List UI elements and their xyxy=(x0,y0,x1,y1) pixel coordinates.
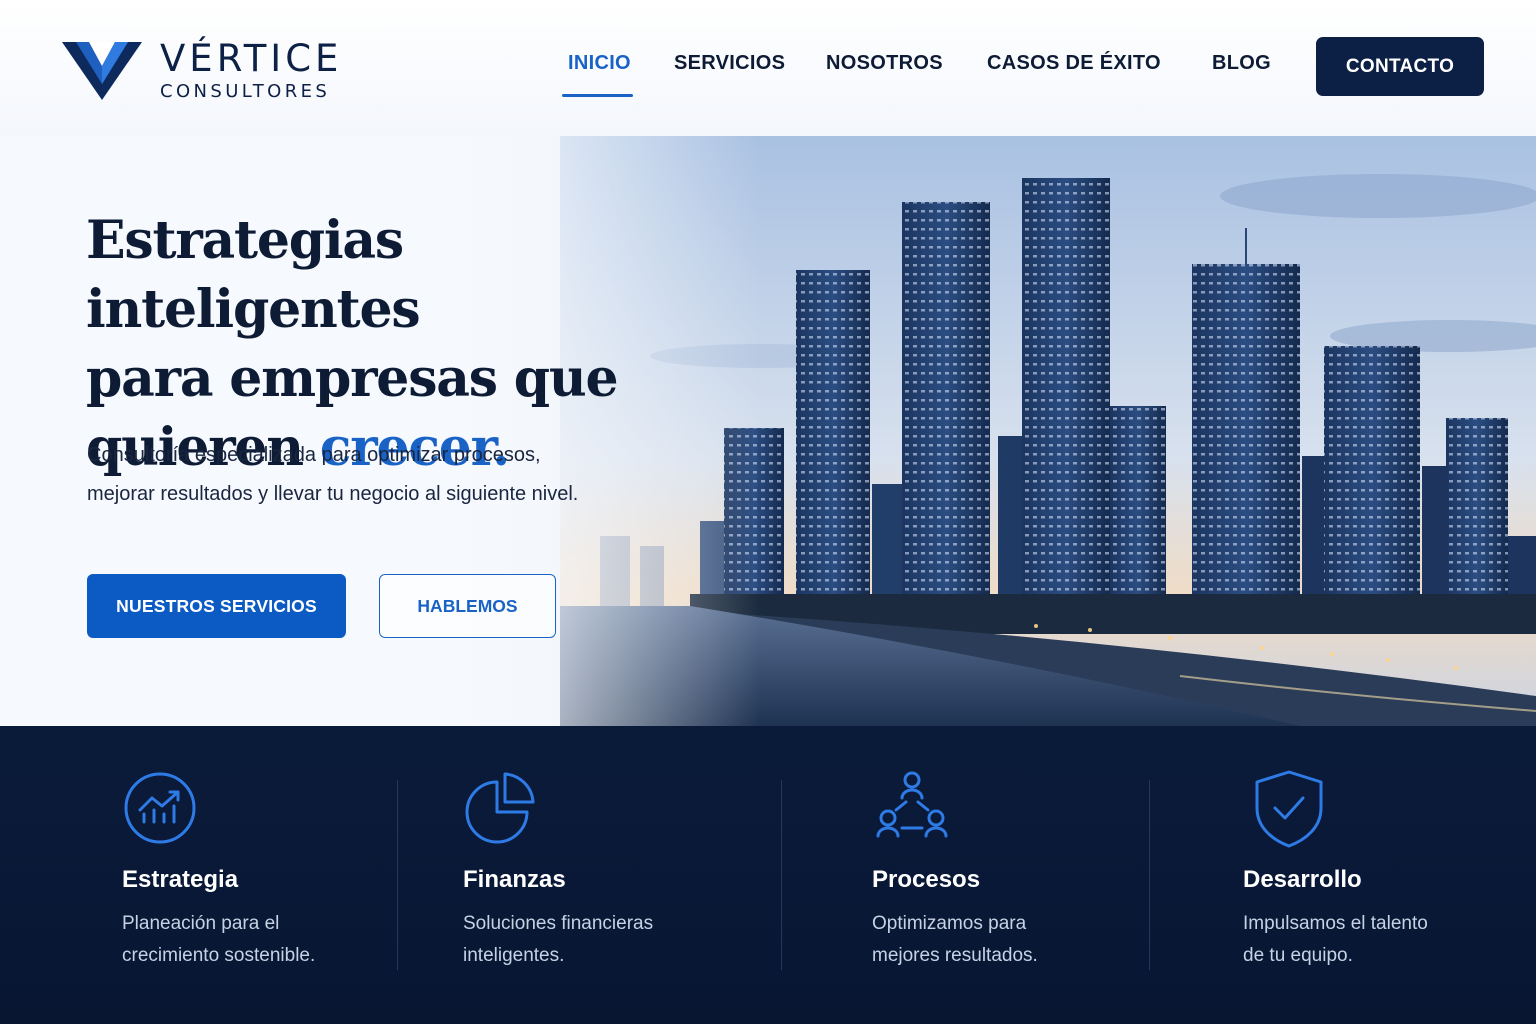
subtext-line-1: Consultoría especializada para optimizar… xyxy=(87,444,541,466)
headline-line-1: Estrategias inteligentes xyxy=(86,210,421,340)
feature-desc-line: Impulsamos el talento xyxy=(1243,913,1428,934)
brand-tagline: CONSULTORES xyxy=(160,81,331,102)
feature-card-desarrollo[interactable]: Desarrollo Impulsamos el talento de tu e… xyxy=(1243,768,1428,966)
hero-subtext: Consultoría especializada para optimizar… xyxy=(87,436,647,514)
feature-divider xyxy=(397,780,398,970)
feature-description: Optimizamos para mejores resultados. xyxy=(872,908,1112,972)
feature-title: Estrategia xyxy=(122,866,239,893)
feature-title: Finanzas xyxy=(463,866,566,893)
nav-item-nosotros[interactable]: NOSOTROS xyxy=(826,52,943,75)
subtext-line-2: mejorar resultados y llevar tu negocio a… xyxy=(87,483,579,505)
nav-item-casos-de-exito[interactable]: CASOS DE ÉXITO xyxy=(987,52,1161,75)
feature-divider xyxy=(1149,780,1150,970)
feature-divider xyxy=(781,780,782,970)
nav-active-indicator xyxy=(562,94,633,97)
hero-section: Estrategias inteligentes para empresas q… xyxy=(0,136,1536,726)
shield-check-icon xyxy=(1255,770,1323,848)
brand-name: VÉRTICE xyxy=(160,37,343,80)
growth-chart-icon xyxy=(124,772,196,844)
brand-logo[interactable]: VÉRTICE CONSULTORES xyxy=(62,38,342,104)
feature-desc-line: inteligentes. xyxy=(463,945,565,966)
feature-desc-line: Planeación para el xyxy=(122,913,280,934)
feature-desc-line: Soluciones financieras xyxy=(463,913,654,934)
feature-card-procesos[interactable]: Procesos Optimizamos para mejores result… xyxy=(872,768,1038,966)
features-section: Estrategia Planeación para el crecimient… xyxy=(0,726,1536,1024)
feature-card-finanzas[interactable]: Finanzas Soluciones financieras intelige… xyxy=(463,768,653,966)
nav-item-inicio[interactable]: INICIO xyxy=(568,52,631,75)
nav-item-blog[interactable]: BLOG xyxy=(1212,52,1271,75)
services-button[interactable]: NUESTROS SERVICIOS xyxy=(87,574,346,638)
nav-item-servicios[interactable]: SERVICIOS xyxy=(674,52,785,75)
feature-desc-line: mejores resultados. xyxy=(872,945,1038,966)
feature-desc-line: Optimizamos para xyxy=(872,913,1027,934)
feature-desc-line: de tu equipo. xyxy=(1243,945,1353,966)
feature-title: Desarrollo xyxy=(1243,866,1362,893)
feature-description: Soluciones financieras inteligentes. xyxy=(463,908,703,972)
feature-title: Procesos xyxy=(872,866,981,893)
people-network-icon xyxy=(876,771,948,838)
site-header: VÉRTICE CONSULTORES INICIO SERVICIOS NOS… xyxy=(0,0,1536,136)
feature-card-estrategia[interactable]: Estrategia Planeación para el crecimient… xyxy=(122,768,315,966)
feature-description: Impulsamos el talento de tu equipo. xyxy=(1243,908,1483,972)
headline-line-2: para empresas que xyxy=(86,348,619,409)
feature-description: Planeación para el crecimiento sostenibl… xyxy=(122,908,362,972)
pie-chart-icon xyxy=(465,772,535,844)
feature-desc-line: crecimiento sostenible. xyxy=(122,945,316,966)
vertice-logo-icon xyxy=(62,42,142,100)
talk-button[interactable]: HABLEMOS xyxy=(379,574,556,638)
contact-button[interactable]: CONTACTO xyxy=(1316,37,1484,96)
